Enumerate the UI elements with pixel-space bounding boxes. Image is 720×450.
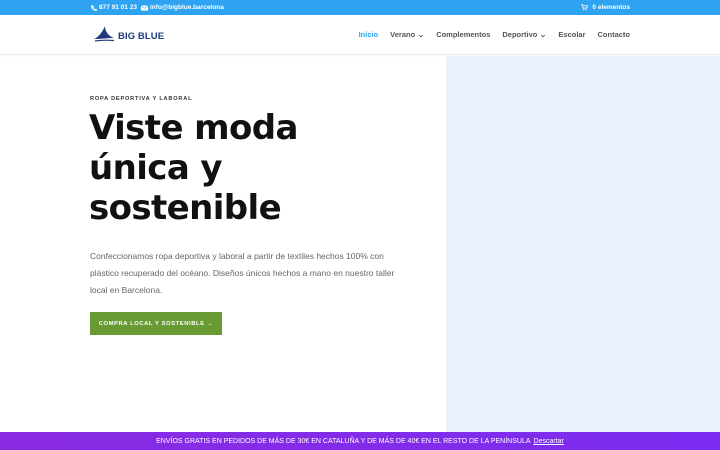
email-address: info@bigblue.barcelona bbox=[150, 4, 224, 11]
promo-banner: ENVÍOS GRATIS EN PEDIDOS DE MÁS DE 30€ E… bbox=[0, 432, 720, 450]
nav-label: Contacto bbox=[597, 30, 631, 39]
nav-item-escolar[interactable]: Escolar bbox=[558, 30, 585, 39]
nav-item-inicio[interactable]: Inicio bbox=[359, 30, 379, 39]
shop-local-button[interactable]: COMPRA LOCAL Y SOSTENIBLE → bbox=[90, 312, 222, 335]
nav-item-complementos[interactable]: Complementos bbox=[436, 30, 490, 39]
nav-label: Deportivo bbox=[502, 30, 538, 39]
nav-label: Inicio bbox=[358, 30, 379, 39]
nav-label: Complementos bbox=[436, 30, 491, 39]
logo-wordmark: BIG BLUE bbox=[118, 31, 165, 42]
main-nav: Inicio Verano Complementos Deportivo Esc… bbox=[359, 30, 630, 39]
nav-item-deportivo[interactable]: Deportivo bbox=[502, 30, 546, 39]
headline-line: única y bbox=[89, 148, 223, 188]
promo-text: ENVÍOS GRATIS EN PEDIDOS DE MÁS DE 30€ E… bbox=[156, 437, 531, 445]
hero-eyebrow: ROPA DEPORTIVA Y LABORAL bbox=[90, 96, 193, 102]
cart-count: 0 elementos bbox=[592, 4, 630, 11]
nav-item-verano[interactable]: Verano bbox=[390, 30, 424, 39]
phone-contact[interactable]: 877 91 01 23 bbox=[90, 4, 137, 11]
site-logo[interactable]: BIG BLUE bbox=[93, 25, 164, 48]
nav-item-contacto[interactable]: Contacto bbox=[598, 30, 631, 39]
headline-line: Viste moda bbox=[89, 108, 298, 148]
hero-description: Confeccionamos ropa deportiva y laboral … bbox=[90, 251, 395, 295]
cart-icon bbox=[581, 4, 589, 11]
headline-line: sostenible bbox=[89, 188, 282, 228]
nav-label: Verano bbox=[390, 30, 416, 39]
chevron-down-icon bbox=[418, 32, 424, 38]
wave-logo-icon bbox=[93, 25, 115, 48]
hero-image-panel bbox=[446, 56, 720, 432]
email-contact[interactable]: info@bigblue.barcelona bbox=[141, 4, 224, 11]
phone-icon bbox=[90, 4, 97, 11]
dismiss-link[interactable]: Descartar bbox=[534, 438, 564, 445]
cart-link[interactable]: 0 elementos bbox=[581, 4, 630, 11]
top-bar: 877 91 01 23 info@bigblue.barcelona 0 el… bbox=[0, 0, 720, 15]
site-header: BIG BLUE Inicio Verano Complementos Depo… bbox=[0, 15, 720, 55]
chevron-down-icon bbox=[540, 32, 546, 38]
nav-label: Escolar bbox=[558, 30, 586, 39]
envelope-icon bbox=[141, 4, 148, 11]
hero-headline: Viste moda única y sostenible bbox=[89, 108, 409, 228]
phone-number: 877 91 01 23 bbox=[99, 4, 137, 11]
